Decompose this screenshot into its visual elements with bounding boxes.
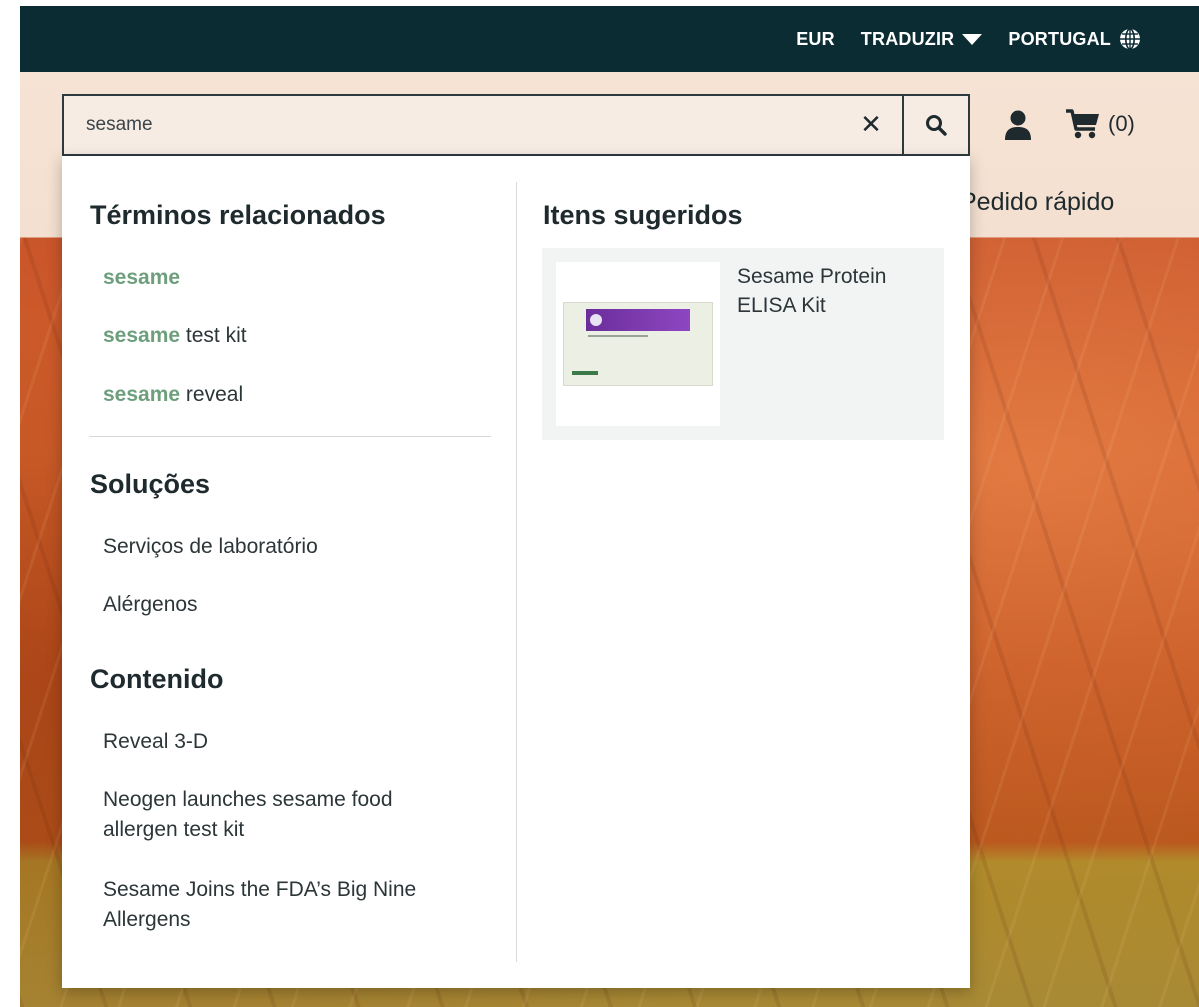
search-input[interactable]	[64, 96, 840, 154]
close-icon: ✕	[860, 110, 882, 140]
content-link[interactable]: Neogen launches sesame food allergen tes…	[103, 785, 463, 845]
related-term-rest: test kit	[180, 324, 247, 347]
cart-button[interactable]: (0)	[1066, 108, 1135, 140]
product-box-image	[563, 302, 713, 386]
currency-label: EUR	[796, 28, 835, 49]
search-bar: ✕	[62, 94, 970, 156]
solutions-title: Soluções	[90, 469, 211, 499]
solution-link[interactable]: Serviços de laboratório	[103, 532, 318, 562]
suggested-item-name: Sesame Protein ELISA Kit	[737, 265, 887, 317]
country-label: PORTUGAL	[1008, 28, 1111, 49]
solution-link[interactable]: Alérgenos	[103, 590, 198, 620]
suggested-items-title: Itens sugeridos	[543, 200, 743, 230]
search-icon	[926, 115, 947, 136]
brand-logo-mark	[572, 371, 598, 375]
related-term-link[interactable]: sesame reveal	[103, 380, 243, 410]
globe-icon	[1120, 28, 1140, 50]
search-button[interactable]	[902, 96, 968, 154]
content-link[interactable]: Sesame Joins the FDA’s Big Nine Allergen…	[103, 875, 473, 935]
product-thumbnail	[556, 262, 720, 426]
related-term-highlight: sesame	[103, 383, 181, 406]
clear-search-button[interactable]: ✕	[840, 96, 902, 154]
translate-menu[interactable]: TRADUZIR	[861, 29, 983, 50]
user-icon[interactable]	[1004, 110, 1032, 140]
cart-count: (0)	[1108, 111, 1135, 136]
search-suggestions-dropdown: Términos relacionados sesame sesame test…	[62, 156, 970, 988]
related-term-rest: reveal	[180, 383, 244, 406]
currency-selector[interactable]: EUR	[796, 29, 835, 50]
content-title: Contenido	[90, 664, 224, 694]
product-label-band	[586, 309, 690, 331]
translate-label: TRADUZIR	[860, 28, 955, 49]
related-term-link[interactable]: sesame	[103, 263, 180, 293]
column-divider	[516, 182, 517, 962]
related-term-link[interactable]: sesame test kit	[103, 321, 247, 351]
section-divider	[89, 436, 491, 437]
related-terms-title: Términos relacionados	[90, 200, 386, 230]
suggested-item-card[interactable]: Sesame Protein ELISA Kit	[542, 248, 944, 440]
related-term-highlight: sesame	[103, 324, 181, 347]
related-term-highlight: sesame	[103, 266, 181, 289]
product-text-line	[588, 335, 648, 337]
cart-icon	[1066, 109, 1099, 139]
quick-order-link[interactable]: Pedido rápido	[960, 188, 1114, 217]
country-selector[interactable]: PORTUGAL	[1008, 28, 1141, 50]
product-logo-mark	[590, 314, 602, 326]
caret-down-icon	[962, 33, 983, 45]
page-frame: EUR TRADUZIR PORTUGAL ✕	[0, 0, 1199, 1007]
top-bar: EUR TRADUZIR PORTUGAL	[20, 6, 1199, 72]
content-link[interactable]: Reveal 3-D	[103, 727, 208, 757]
